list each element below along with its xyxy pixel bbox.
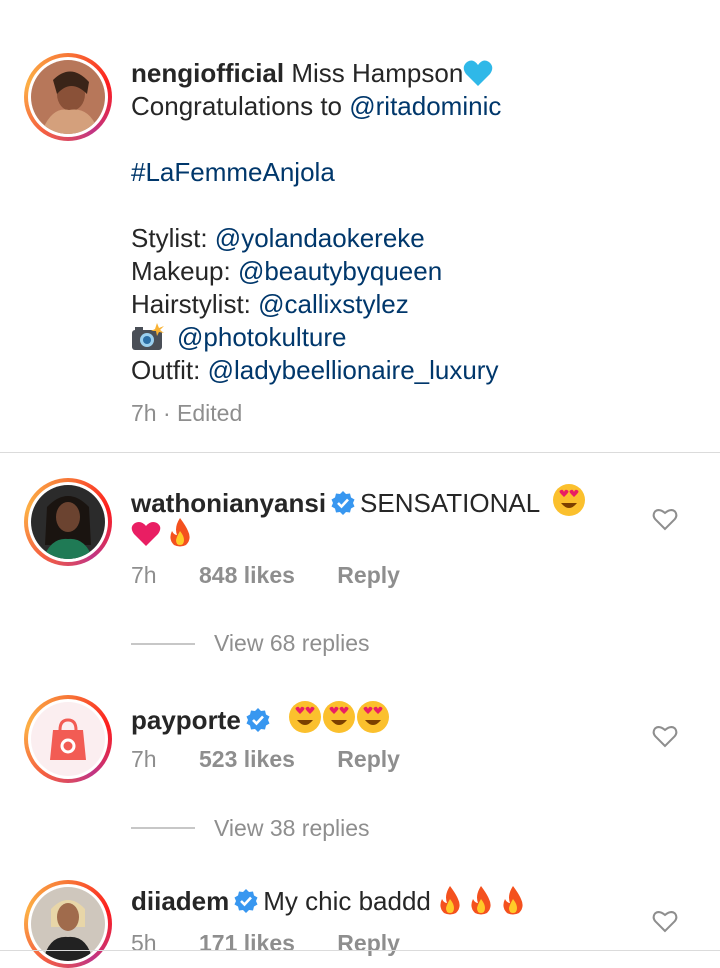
comment-3-text: My chic baddd xyxy=(263,886,431,916)
avatar-diiadem[interactable] xyxy=(24,880,112,968)
caption-timestamp: 7h · Edited xyxy=(131,400,243,426)
caption-stylist-line: Stylist: @yolandaokereke xyxy=(131,222,425,255)
caption-hashtag-line: #LaFemmeAnjola xyxy=(131,156,335,189)
avatar-nengiofficial[interactable] xyxy=(24,53,112,141)
avatar-payporte[interactable] xyxy=(24,695,112,783)
comment-1-text: SENSATIONAL xyxy=(360,488,540,518)
comment-2-view-replies[interactable]: View 38 replies xyxy=(214,815,370,842)
outfit-label: Outfit: xyxy=(131,355,208,385)
heart-eyes-emoji-icon xyxy=(553,484,586,516)
comment-2-meta: 7h 523 likes Reply xyxy=(131,746,400,773)
bottom-divider xyxy=(0,950,720,951)
comment-1-time: 7h xyxy=(131,562,157,588)
blue-heart-icon xyxy=(464,60,493,86)
comment-3-line: diiadem My chic baddd xyxy=(131,885,525,918)
pink-heart-icon xyxy=(131,522,161,546)
comment-2-likes[interactable]: 523 likes xyxy=(199,746,295,772)
post-caption: nengiofficial Miss Hampson Congratulatio… xyxy=(0,0,720,452)
camera-flash-icon xyxy=(132,323,164,350)
like-heart-icon[interactable] xyxy=(651,722,679,750)
caption-congrats-text: Congratulations to xyxy=(131,91,350,121)
comment-2-username[interactable]: payporte xyxy=(131,705,241,735)
comment-1-username[interactable]: wathonianyansi xyxy=(131,488,326,518)
avatar-wathonianyansi[interactable] xyxy=(24,478,112,566)
caption-outfit-line: Outfit: @ladybeellionaire_luxury xyxy=(131,354,498,387)
comment-1-meta: 7h 848 likes Reply xyxy=(131,562,400,589)
comment-1-view-replies[interactable]: View 68 replies xyxy=(214,630,370,657)
heart-eyes-emoji-icon xyxy=(289,701,322,733)
mention-callixstylez[interactable]: @callixstylez xyxy=(258,289,409,319)
divider xyxy=(0,452,720,453)
verified-badge-icon xyxy=(331,491,355,515)
caption-photo-line: @photokulture xyxy=(131,321,347,354)
mention-ritadominic[interactable]: @ritadominic xyxy=(349,91,501,121)
mention-photokulture[interactable]: @photokulture xyxy=(177,322,347,352)
like-heart-icon[interactable] xyxy=(651,907,679,935)
heart-eyes-emoji-icon xyxy=(323,701,356,733)
verified-badge-icon xyxy=(234,889,258,913)
caption-username[interactable]: nengiofficial xyxy=(131,58,284,88)
fire-icon xyxy=(170,518,190,547)
comment-2-time: 7h xyxy=(131,746,157,772)
stylist-label: Stylist: xyxy=(131,223,215,253)
view-replies-line xyxy=(131,643,195,645)
comment-3-username[interactable]: diiadem xyxy=(131,886,229,916)
comment-1-reply-button[interactable]: Reply xyxy=(337,562,400,588)
comment-3-time: 5h xyxy=(131,930,157,956)
makeup-label: Makeup: xyxy=(131,256,238,286)
view-replies-line xyxy=(131,827,195,829)
fire-icon xyxy=(440,886,460,915)
comment-3-likes[interactable]: 171 likes xyxy=(199,930,295,956)
fire-icon xyxy=(471,886,491,915)
caption-line-2: Congratulations to @ritadominic xyxy=(131,90,501,123)
caption-title: Miss Hampson xyxy=(291,58,464,88)
caption-line-1: nengiofficial Miss Hampson xyxy=(131,57,493,90)
caption-makeup-line: Makeup: @beautybyqueen xyxy=(131,255,442,288)
heart-eyes-emoji-icon xyxy=(357,701,390,733)
comment-1-emoji-line xyxy=(131,517,192,550)
comment-1-likes[interactable]: 848 likes xyxy=(199,562,295,588)
comment-1-line: wathonianyansi SENSATIONAL xyxy=(131,483,586,520)
mention-beautybyqueen[interactable]: @beautybyqueen xyxy=(238,256,442,286)
hashtag-lafemmeanjola[interactable]: #LaFemmeAnjola xyxy=(131,157,335,187)
comment-3-reply-button[interactable]: Reply xyxy=(337,930,400,956)
hair-label: Hairstylist: xyxy=(131,289,259,319)
comment-2-reply-button[interactable]: Reply xyxy=(337,746,400,772)
like-heart-icon[interactable] xyxy=(651,505,679,533)
fire-icon xyxy=(503,886,523,915)
comment-2-line: payporte xyxy=(131,700,390,737)
profile-photo xyxy=(31,485,105,559)
caption-hair-line: Hairstylist: @callixstylez xyxy=(131,288,409,321)
profile-photo xyxy=(31,702,105,776)
profile-photo xyxy=(31,60,105,134)
mention-yolandaokereke[interactable]: @yolandaokereke xyxy=(215,223,425,253)
mention-ladybeellionaire-luxury[interactable]: @ladybeellionaire_luxury xyxy=(208,355,499,385)
verified-badge-icon xyxy=(246,708,270,732)
